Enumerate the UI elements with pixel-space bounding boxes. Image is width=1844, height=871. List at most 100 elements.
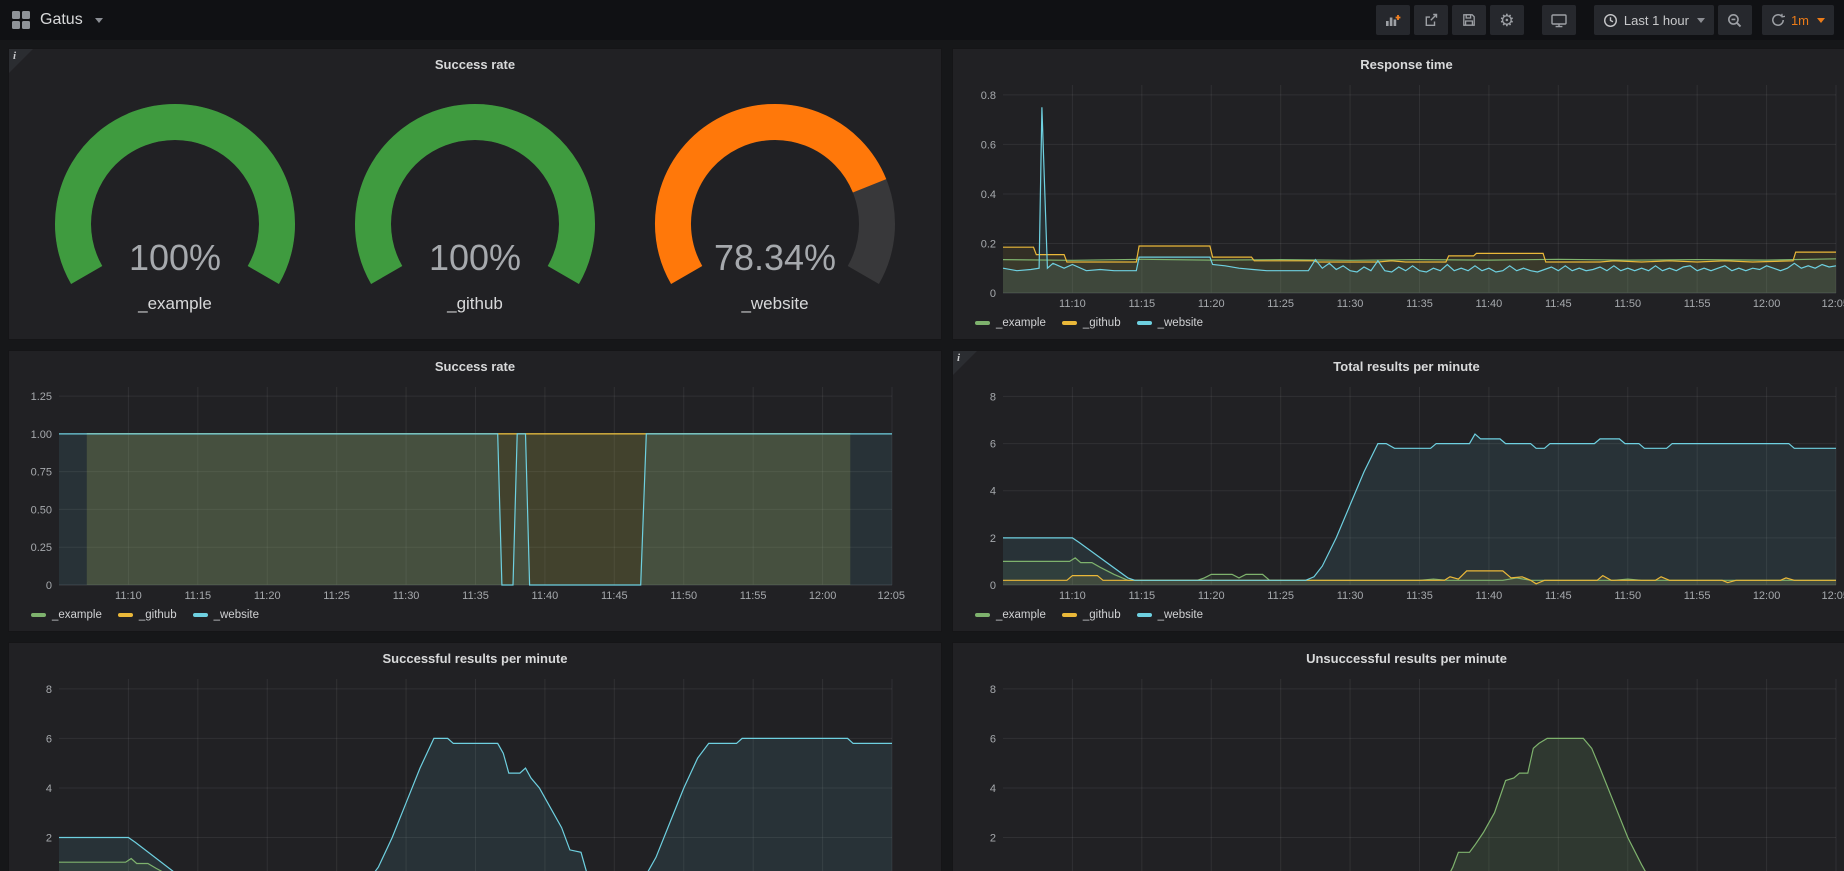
save-button[interactable] — [1452, 5, 1486, 35]
legend: _example _github _website — [963, 605, 1844, 625]
gauge-value: 100% — [429, 237, 521, 278]
legend-item-_example[interactable]: _example — [975, 609, 1046, 621]
legend-item-_website[interactable]: _website — [1137, 609, 1203, 621]
x-tick-label: 11:50 — [1614, 590, 1641, 602]
legend-swatch — [1062, 613, 1077, 617]
legend-item-_website[interactable]: _website — [1137, 317, 1203, 329]
panel-response-time: Response time 11:1011:1511:2011:2511:301… — [952, 48, 1844, 340]
y-tick-label: 8 — [990, 391, 996, 403]
legend-swatch — [975, 321, 990, 325]
add-panel-button[interactable] — [1376, 5, 1410, 35]
y-tick-label: 6 — [990, 439, 996, 451]
chart-canvas: 11:1011:1511:2011:2511:3011:3511:4011:45… — [963, 671, 1844, 871]
legend-label: _website — [1158, 317, 1203, 329]
chart-response-time[interactable]: 11:1011:1511:2011:2511:3011:3511:4011:45… — [963, 77, 1844, 313]
panel-title[interactable]: Success rate — [19, 53, 931, 77]
y-tick-label: 0.6 — [981, 139, 996, 151]
chart-unsuccessful-results[interactable]: 11:1011:1511:2011:2511:3011:3511:4011:45… — [963, 671, 1844, 871]
y-tick-label: 2 — [46, 832, 52, 844]
x-tick-label: 11:50 — [670, 590, 697, 602]
legend-item-_github[interactable]: _github — [118, 609, 177, 621]
panel-title[interactable]: Successful results per minute — [19, 647, 931, 671]
y-tick-label: 4 — [46, 783, 52, 795]
panel-unsuccessful-results: Unsuccessful results per minute 11:1011:… — [952, 642, 1844, 871]
panel-title[interactable]: Total results per minute — [963, 355, 1844, 379]
x-tick-label: 11:25 — [1267, 590, 1294, 602]
legend-item-_example[interactable]: _example — [31, 609, 102, 621]
time-range-button[interactable]: Last 1 hour — [1594, 5, 1714, 35]
legend-label: _github — [139, 609, 177, 621]
x-tick-label: 11:40 — [1476, 590, 1503, 602]
legend-label: _example — [996, 609, 1046, 621]
x-tick-label: 12:00 — [1753, 298, 1781, 310]
y-tick-label: 6 — [46, 733, 52, 745]
chart-successful-results[interactable]: 11:1011:1511:2011:2511:3011:3511:4011:45… — [19, 671, 931, 871]
panel-title[interactable]: Unsuccessful results per minute — [963, 647, 1844, 671]
legend-label: _website — [214, 609, 259, 621]
dashboard-grid-icon[interactable] — [12, 11, 30, 29]
x-tick-label: 11:35 — [1406, 298, 1433, 310]
legend-swatch — [1062, 321, 1077, 325]
x-tick-label: 12:05 — [1821, 298, 1844, 310]
panel-successful-results: Successful results per minute 11:1011:15… — [8, 642, 942, 871]
legend-label: _github — [1083, 609, 1121, 621]
chevron-down-icon — [1697, 18, 1705, 23]
legend-swatch — [1137, 613, 1152, 617]
y-tick-label: 0 — [46, 580, 52, 592]
share-button[interactable] — [1414, 5, 1448, 35]
gauge-arc: 78.34% — [625, 92, 925, 300]
series-area-_website — [59, 738, 892, 871]
tv-mode-button[interactable] — [1542, 5, 1576, 35]
info-icon[interactable]: i — [953, 351, 977, 375]
x-tick-label: 11:10 — [1059, 298, 1086, 310]
y-tick-label: 0.75 — [31, 467, 52, 479]
zoom-out-button[interactable] — [1718, 5, 1752, 35]
series-area-_website — [59, 434, 892, 585]
x-tick-label: 12:05 — [1821, 590, 1844, 602]
x-tick-label: 11:20 — [1198, 590, 1225, 602]
chart-canvas: 11:1011:1511:2011:2511:3011:3511:4011:45… — [963, 77, 1844, 313]
legend-label: _website — [1158, 609, 1203, 621]
y-tick-label: 0.8 — [981, 90, 996, 102]
settings-button[interactable]: ⚙ — [1490, 5, 1524, 35]
x-tick-label: 12:05 — [877, 590, 905, 602]
gear-icon: ⚙ — [1499, 12, 1514, 29]
panel-success-rate-timeseries: Success rate 11:1011:1511:2011:2511:3011… — [8, 350, 942, 632]
dashboard-title[interactable]: Gatus — [40, 11, 83, 29]
x-tick-label: 11:40 — [532, 590, 559, 602]
chart-success-rate[interactable]: 11:1011:1511:2011:2511:3011:3511:4011:45… — [19, 379, 931, 605]
y-tick-label: 0.50 — [31, 504, 52, 516]
legend-item-_github[interactable]: _github — [1062, 609, 1121, 621]
legend-label: _example — [996, 317, 1046, 329]
chevron-down-icon[interactable] — [95, 18, 103, 23]
x-tick-label: 11:45 — [1545, 298, 1572, 310]
panel-total-results: i Total results per minute 11:1011:1511:… — [952, 350, 1844, 632]
panel-title[interactable]: Response time — [963, 53, 1844, 77]
legend-item-_example[interactable]: _example — [975, 317, 1046, 329]
x-tick-label: 11:50 — [1614, 298, 1641, 310]
refresh-button[interactable]: 1m — [1762, 5, 1834, 35]
x-tick-label: 11:10 — [115, 590, 142, 602]
gauge-row: 100%_example100%_github78.34%_website — [19, 77, 931, 333]
legend-swatch — [31, 613, 46, 617]
x-tick-label: 11:25 — [323, 590, 350, 602]
refresh-icon — [1771, 13, 1785, 27]
share-icon — [1424, 13, 1438, 27]
x-tick-label: 11:15 — [184, 590, 211, 602]
panel-title[interactable]: Success rate — [19, 355, 931, 379]
x-tick-label: 11:55 — [1684, 590, 1711, 602]
gauge-_website: 78.34%_website — [625, 92, 925, 314]
legend: _example _github _website — [963, 313, 1844, 333]
x-tick-label: 11:20 — [254, 590, 281, 602]
chart-total-results[interactable]: 11:1011:1511:2011:2511:3011:3511:4011:45… — [963, 379, 1844, 605]
y-tick-label: 2 — [990, 533, 996, 545]
legend-item-_website[interactable]: _website — [193, 609, 259, 621]
y-tick-label: 0 — [990, 288, 996, 300]
legend-swatch — [193, 613, 208, 617]
gauge-value: 100% — [129, 237, 221, 278]
x-tick-label: 11:10 — [1059, 590, 1086, 602]
y-tick-label: 0.25 — [31, 542, 52, 554]
legend-item-_github[interactable]: _github — [1062, 317, 1121, 329]
gauge-arc: 100% — [25, 92, 325, 300]
info-icon[interactable]: i — [9, 49, 33, 73]
